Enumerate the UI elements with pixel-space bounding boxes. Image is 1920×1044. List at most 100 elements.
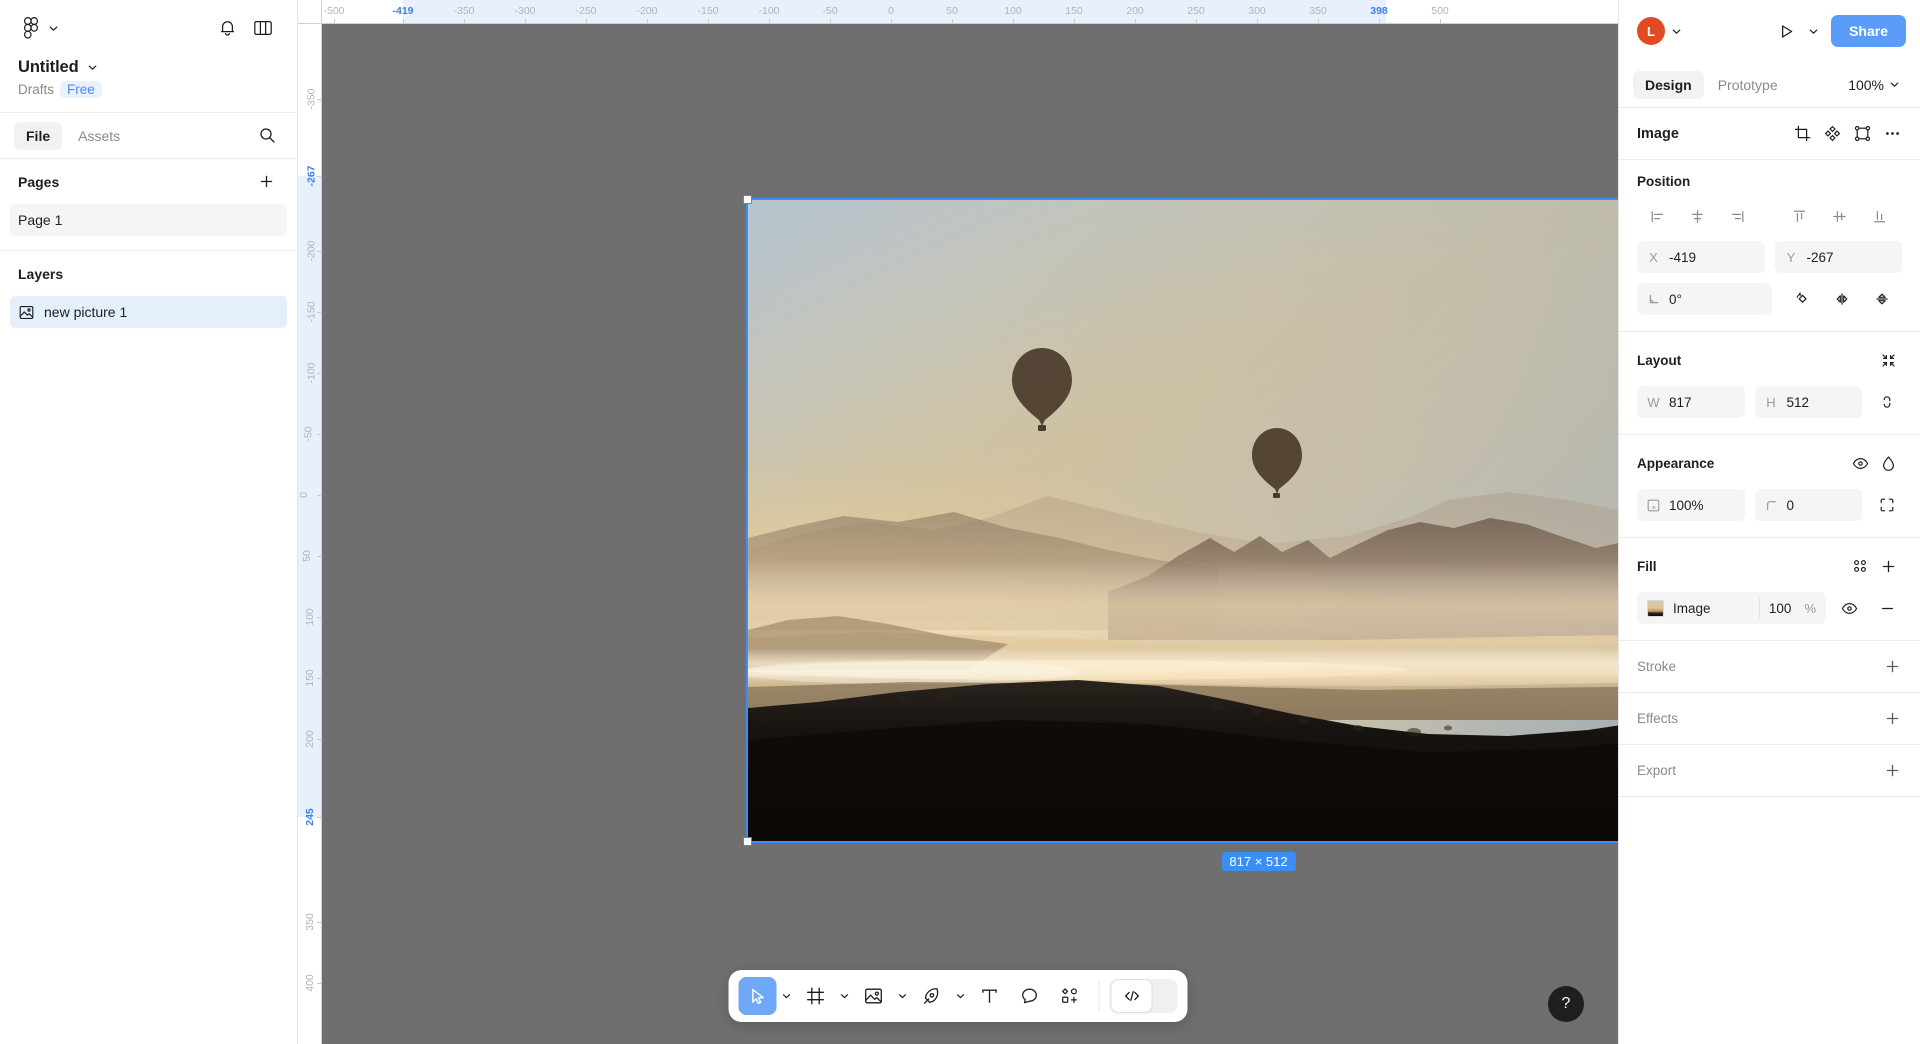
play-icon[interactable]	[1770, 15, 1802, 47]
ruler-h-tick-active: 398	[1370, 5, 1388, 17]
ruler-h-tick: 50	[946, 5, 958, 17]
height-input[interactable]: H 512	[1754, 386, 1862, 418]
file-title-chevron-down-icon[interactable]	[87, 62, 98, 73]
share-button[interactable]: Share	[1831, 15, 1906, 47]
eye-icon[interactable]	[1846, 449, 1874, 477]
individual-corners-icon[interactable]	[1872, 490, 1902, 520]
tab-file[interactable]: File	[14, 121, 63, 150]
resize-handle-bottom-left[interactable]	[743, 837, 752, 846]
zoom-control[interactable]: 100%	[1842, 73, 1906, 97]
corner-radius-icon	[1765, 499, 1778, 512]
rotation-input[interactable]: 0°	[1637, 283, 1772, 315]
align-top-icon[interactable]	[1779, 201, 1819, 231]
text-icon	[980, 986, 1000, 1006]
tab-prototype[interactable]: Prototype	[1706, 71, 1790, 99]
bell-icon[interactable]	[211, 12, 243, 44]
comment-tool-button[interactable]	[1011, 977, 1049, 1015]
tab-assets[interactable]: Assets	[66, 122, 132, 150]
add-fill-plus-icon[interactable]	[1874, 552, 1902, 580]
ruler-h-tick: -500	[323, 5, 345, 17]
search-icon[interactable]	[251, 120, 283, 152]
figma-menu-chevron-down-icon[interactable]	[48, 23, 59, 34]
fill-visibility-eye-icon[interactable]	[1834, 593, 1864, 623]
align-left-icon[interactable]	[1637, 201, 1677, 231]
y-position-input[interactable]: Y -267	[1774, 241, 1902, 273]
flip-vertical-icon[interactable]	[1862, 284, 1902, 314]
ruler-h-tick: -200	[636, 5, 658, 17]
mask-icon[interactable]	[1848, 120, 1876, 148]
width-input[interactable]: W 817	[1637, 386, 1745, 418]
figma-logo-icon[interactable]	[18, 13, 44, 43]
actions-tool-button[interactable]	[1051, 977, 1089, 1015]
corner-radius-input[interactable]: 0	[1754, 489, 1862, 521]
add-effect-plus-icon[interactable]	[1878, 705, 1906, 733]
component-icon[interactable]	[1818, 120, 1846, 148]
selection-dimension-badge: 817 × 512	[1221, 852, 1296, 871]
code-brackets-icon[interactable]	[1110, 979, 1153, 1013]
fill-item-image[interactable]: Image 100 %	[1637, 592, 1826, 624]
align-bottom-icon[interactable]	[1859, 201, 1899, 231]
frame-tool-button[interactable]	[797, 977, 835, 1015]
canvas-surface[interactable]: 817 × 512	[322, 24, 1618, 1044]
move-tool-chevron-down-icon[interactable]	[779, 977, 795, 1015]
move-tool-button[interactable]	[738, 977, 777, 1015]
ruler-v-tick-active: 245	[303, 808, 316, 826]
ruler-h-tick: -300	[514, 5, 536, 17]
image-tool-chevron-down-icon[interactable]	[895, 977, 911, 1015]
tab-design[interactable]: Design	[1633, 70, 1704, 99]
constrain-proportions-icon[interactable]	[1872, 387, 1902, 417]
pages-section-header: Pages	[0, 158, 297, 204]
ruler-h-tick: 300	[1248, 5, 1266, 17]
image-tool-button[interactable]	[855, 977, 893, 1015]
add-export-plus-icon[interactable]	[1878, 757, 1906, 785]
opacity-input[interactable]: 100%	[1637, 489, 1745, 521]
help-button[interactable]: ?	[1548, 986, 1584, 1022]
dev-mode-toggle[interactable]	[1109, 979, 1178, 1013]
collapse-to-fit-icon[interactable]	[1874, 346, 1902, 374]
rotate-icon[interactable]	[1782, 284, 1822, 314]
fill-section-title: Fill	[1637, 558, 1657, 574]
image-thumbnail-swatch[interactable]	[1647, 599, 1664, 617]
canvas-node-new-picture-1[interactable]: 817 × 512	[743, 195, 1618, 871]
flip-horizontal-icon[interactable]	[1822, 284, 1862, 314]
resize-handle-top-left[interactable]	[743, 195, 752, 204]
pen-tool-chevron-down-icon[interactable]	[953, 977, 969, 1015]
plan-badge[interactable]: Free	[60, 81, 102, 98]
x-position-input[interactable]: X -419	[1637, 241, 1765, 273]
ruler-v-tick: -100	[305, 362, 318, 384]
frame-icon	[806, 986, 826, 1006]
avatar[interactable]: L	[1637, 17, 1665, 45]
layer-item-new-picture-1[interactable]: new picture 1	[10, 296, 287, 328]
frame-tool-chevron-down-icon[interactable]	[837, 977, 853, 1015]
x-label: X	[1649, 249, 1658, 265]
ruler-h-tick: 500	[1431, 5, 1449, 17]
styles-icon[interactable]	[1846, 552, 1874, 580]
pen-tool-button[interactable]	[913, 977, 951, 1015]
align-vertical-center-icon[interactable]	[1819, 201, 1859, 231]
remove-fill-minus-icon[interactable]	[1872, 593, 1902, 623]
align-horizontal-center-icon[interactable]	[1677, 201, 1717, 231]
ruler-vertical[interactable]: -350 -267 -200 -150 -100 -50 0 50 100 15…	[298, 24, 322, 1044]
drafts-link[interactable]: Drafts	[18, 82, 54, 97]
add-stroke-plus-icon[interactable]	[1878, 653, 1906, 681]
crop-icon[interactable]	[1788, 120, 1816, 148]
corner-radius-value: 0	[1786, 497, 1795, 513]
canvas-area[interactable]: -500 -419 -350 -300 -250 -200 -150 -100 …	[298, 0, 1618, 1044]
toolbar-divider	[1098, 981, 1100, 1011]
opacity-value: 100%	[1669, 497, 1704, 513]
present-chevron-down-icon[interactable]	[1808, 26, 1819, 37]
text-tool-button[interactable]	[971, 977, 1009, 1015]
align-right-icon[interactable]	[1717, 201, 1757, 231]
selected-node-header: Image	[1619, 108, 1920, 160]
add-page-plus-icon[interactable]	[253, 169, 279, 195]
left-sidebar-topbar	[0, 0, 297, 56]
blend-mode-icon[interactable]	[1874, 449, 1902, 477]
ruler-horizontal[interactable]: -500 -419 -350 -300 -250 -200 -150 -100 …	[298, 0, 1618, 24]
panel-layout-icon[interactable]	[247, 12, 279, 44]
file-title[interactable]: Untitled	[18, 58, 79, 77]
zoom-chevron-down-icon	[1889, 79, 1900, 90]
avatar-chevron-down-icon[interactable]	[1671, 26, 1682, 37]
more-options-icon[interactable]	[1878, 120, 1906, 148]
h-label: H	[1766, 394, 1776, 410]
page-item-page-1[interactable]: Page 1	[10, 204, 287, 236]
